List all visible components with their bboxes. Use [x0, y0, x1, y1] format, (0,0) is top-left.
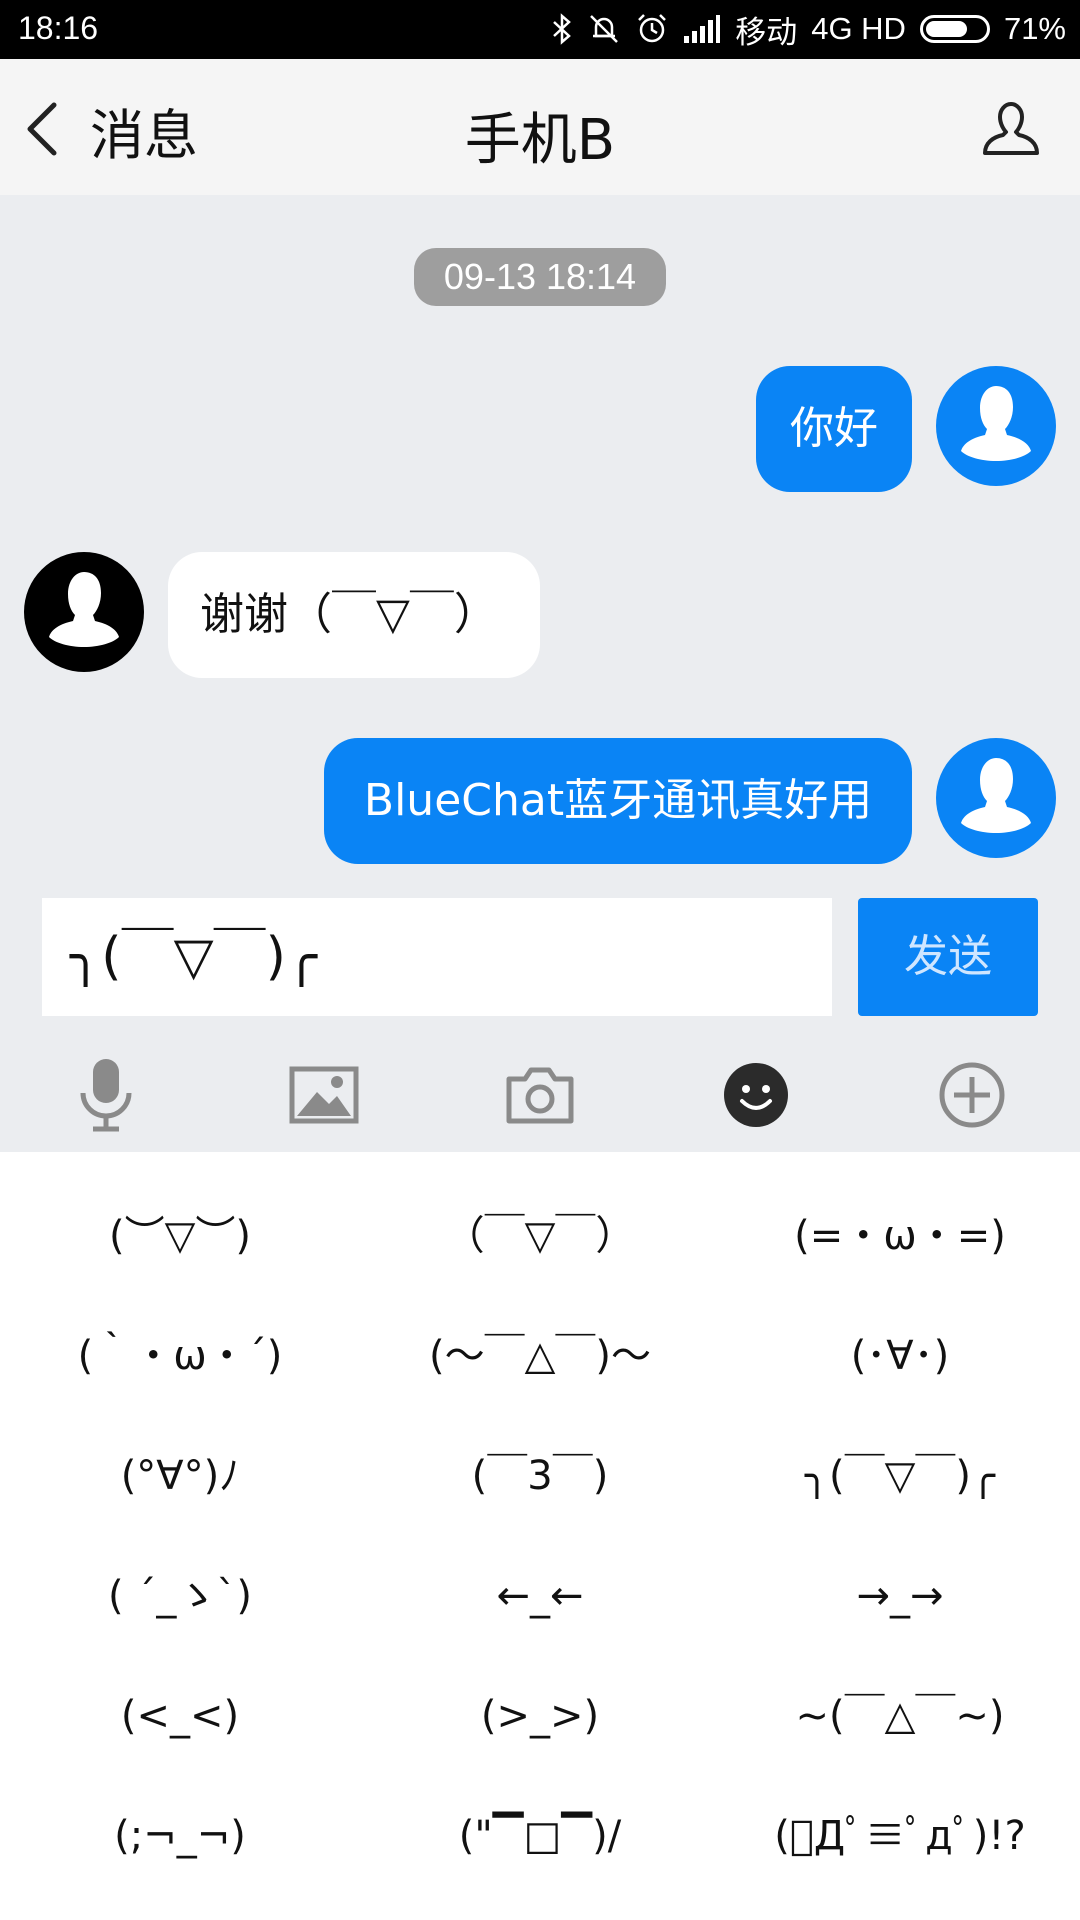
avatar[interactable] [24, 552, 144, 672]
title-bar: 消息 手机B [0, 59, 1080, 195]
emoticon-item[interactable]: (<_<) [0, 1686, 360, 1746]
battery-level [925, 21, 967, 37]
microphone-icon [80, 1059, 132, 1132]
emoticon-item[interactable]: (;¬_¬) [0, 1806, 360, 1866]
person-icon[interactable] [980, 97, 1042, 159]
emoticon-item[interactable]: (〜￣△￣)〜 [360, 1326, 720, 1386]
status-time: 18:16 [18, 10, 99, 46]
emoticon-item[interactable]: ("▔□▔)/ [360, 1806, 720, 1866]
emoji-icon [724, 1063, 788, 1127]
camera-button[interactable] [495, 1050, 585, 1140]
emoticon-item[interactable]: ( ´_ゝ`) [0, 1566, 360, 1626]
page-title: 手机B [464, 108, 616, 173]
emoticon-item[interactable]: (￣3￣) [360, 1446, 720, 1506]
add-button[interactable] [927, 1050, 1017, 1140]
timestamp-badge: 09-13 18:14 [414, 248, 666, 306]
avatar[interactable] [936, 366, 1056, 486]
send-button[interactable]: 发送 [858, 898, 1038, 1016]
emoticon-item[interactable]: (ﾟДﾟ≡ﾟдﾟ)!? [720, 1806, 1080, 1866]
avatar[interactable] [936, 738, 1056, 858]
emoticon-item[interactable]: ╮(￣▽￣)╭ [720, 1446, 1080, 1506]
emoticon-item[interactable]: (･∀･) [720, 1326, 1080, 1386]
status-bar: 18:16 移动 4G HD 71% [0, 0, 1080, 59]
emoticon-item[interactable]: (°∀°)ﾉ [0, 1446, 360, 1506]
scroll-fade-row [0, 1896, 1080, 1920]
add-icon [939, 1062, 1005, 1128]
battery-percent: 71% [1003, 11, 1066, 46]
bluetooth-icon [553, 13, 572, 45]
toolbar [0, 1040, 1080, 1152]
status-icons: 移动 4G HD 71% [551, 8, 1066, 50]
image-icon [289, 1066, 359, 1124]
message-bubble-sent[interactable]: 你好 [756, 366, 912, 492]
emoticon-panel: (︶▽︶) （￣▽￣） (=・ω・=) (｀・ω・´) (〜￣△￣)〜 (･∀･… [0, 1152, 1080, 1920]
image-button[interactable] [279, 1050, 369, 1140]
message-input[interactable]: ╮(￣▽￣)╭ [42, 898, 832, 1016]
signal-icon [684, 15, 721, 43]
mute-icon [590, 15, 619, 43]
person-silhouette-icon [49, 572, 119, 647]
emoticon-item[interactable]: (︶▽︶) [0, 1206, 360, 1266]
camera-icon [506, 1067, 574, 1124]
emoticon-item[interactable]: ~(￣△￣~) [720, 1686, 1080, 1746]
person-silhouette-icon [961, 386, 1031, 461]
emoji-button[interactable] [711, 1050, 801, 1140]
microphone-button[interactable] [61, 1050, 151, 1140]
emoticon-item[interactable]: (>_>) [360, 1686, 720, 1746]
emoticon-item[interactable]: （￣▽￣） [360, 1206, 720, 1266]
network-label: 4G HD [811, 11, 906, 46]
carrier-label: 移动 [735, 14, 798, 50]
emoticon-item[interactable]: (=・ω・=) [720, 1206, 1080, 1266]
emoticon-item[interactable]: (｀・ω・´) [0, 1326, 360, 1386]
emoticon-item[interactable]: →_→ [720, 1566, 1080, 1626]
alarm-icon [638, 14, 667, 43]
message-bubble-received[interactable]: 谢谢（￣▽￣） [168, 552, 540, 678]
person-silhouette-icon [961, 758, 1031, 833]
battery-icon [919, 15, 990, 43]
emoticon-item[interactable]: ←_← [360, 1566, 720, 1626]
message-bubble-sent[interactable]: BlueChat蓝牙通讯真好用 [324, 738, 912, 864]
